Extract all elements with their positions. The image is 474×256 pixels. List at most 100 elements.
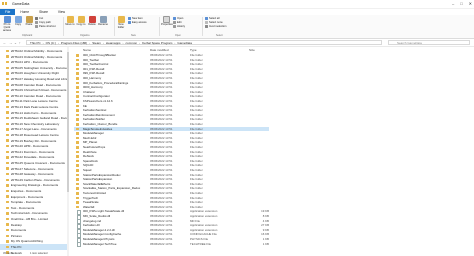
new-item-button[interactable]: New item bbox=[128, 17, 143, 20]
edit-button[interactable]: Edit bbox=[173, 21, 181, 24]
folder-icon bbox=[76, 72, 80, 75]
selection-count: 1 item selected bbox=[30, 251, 48, 255]
folder-icon bbox=[76, 150, 80, 154]
breadcrumb-segment[interactable]: This PC bbox=[30, 41, 41, 45]
folder-icon bbox=[76, 58, 80, 62]
copy-to-button[interactable]: Copy to bbox=[76, 16, 86, 27]
breadcrumb-segment[interactable]: GameData bbox=[177, 41, 192, 45]
open-button[interactable]: Open bbox=[173, 17, 183, 20]
folder-icon bbox=[76, 192, 80, 195]
move-to-button[interactable]: Move to bbox=[65, 16, 75, 27]
folder-icon bbox=[76, 182, 80, 186]
folder-icon bbox=[76, 113, 80, 117]
address-bar-row: ← → ⌄ ↑ This PC › OS (C:) › Program Files … bbox=[0, 39, 474, 47]
pin-quick-access-button[interactable]: Pin to Quick access bbox=[2, 16, 12, 32]
folder-icon bbox=[76, 67, 80, 71]
easy-access-button[interactable]: Easy access bbox=[128, 21, 147, 24]
back-arrow-icon[interactable]: ← bbox=[3, 41, 7, 45]
folder-icon bbox=[76, 187, 80, 190]
new-folder-button[interactable]: New folder bbox=[116, 16, 126, 30]
history-button[interactable]: History bbox=[173, 25, 185, 28]
folder-icon bbox=[76, 100, 80, 103]
properties-icon bbox=[162, 16, 170, 23]
breadcrumb-segment[interactable]: Program Files (x86) bbox=[61, 41, 87, 45]
nav-scrollbar[interactable] bbox=[67, 47, 69, 256]
select-all-icon bbox=[205, 17, 208, 20]
ribbon-divider bbox=[114, 17, 115, 36]
search-input[interactable]: Search GameData bbox=[388, 40, 470, 45]
organize-group: Move to Copy to Delete Rename Organize bbox=[65, 16, 113, 37]
folder-icon bbox=[76, 118, 80, 121]
column-size[interactable]: Size bbox=[249, 48, 255, 52]
pin-icon bbox=[3, 16, 11, 23]
breadcrumb-segment[interactable]: steamapps bbox=[106, 41, 121, 45]
new-item-icon bbox=[128, 17, 131, 20]
delete-button[interactable]: Delete bbox=[87, 16, 97, 27]
address-bar[interactable]: This PC › OS (C:) › Program Files (x86) › S… bbox=[26, 40, 382, 45]
status-bar: 45 items 1 item selected bbox=[0, 251, 474, 256]
quick-access-toolbar[interactable] bbox=[2, 1, 10, 7]
ribbon-divider bbox=[202, 17, 203, 36]
folder-icon bbox=[6, 100, 10, 103]
column-type[interactable]: Type bbox=[190, 48, 197, 52]
window-controls: – □ ✕ bbox=[452, 1, 472, 6]
invert-selection-button[interactable]: Invert selection bbox=[205, 25, 226, 28]
select-none-button[interactable]: Select none bbox=[205, 21, 223, 24]
maximize-icon[interactable]: □ bbox=[460, 1, 462, 6]
folder-icon bbox=[6, 240, 10, 243]
breadcrumb-segment[interactable]: OS (C:) bbox=[46, 41, 56, 45]
cut-button[interactable]: Cut bbox=[35, 17, 43, 20]
chevron-right-icon: › bbox=[57, 41, 59, 45]
breadcrumb-segment[interactable]: Kerbal Space Program bbox=[142, 41, 172, 45]
paste-shortcut-button[interactable]: Paste shortcut bbox=[35, 25, 56, 28]
ribbon-divider bbox=[63, 17, 64, 36]
select-label: Select bbox=[216, 34, 223, 37]
folder-icon bbox=[6, 139, 10, 142]
folder-icon bbox=[76, 90, 80, 94]
column-name[interactable]: Name bbox=[83, 48, 91, 52]
folder-icon bbox=[76, 104, 80, 108]
forward-arrow-icon[interactable]: → bbox=[9, 41, 13, 45]
copy-button[interactable]: Copy bbox=[13, 16, 23, 27]
folder-icon bbox=[76, 205, 80, 209]
recent-locations-icon[interactable]: ⌄ bbox=[14, 41, 17, 45]
up-arrow-icon[interactable]: ↑ bbox=[19, 41, 21, 45]
folder-icon bbox=[76, 127, 80, 131]
folder-icon bbox=[6, 200, 10, 204]
close-icon[interactable]: ✕ bbox=[469, 1, 472, 6]
table-row[interactable]: ModuleManager.TechTree 05/06/2022 13:51 TE… bbox=[74, 241, 269, 248]
edit-icon bbox=[173, 21, 176, 24]
folder-icon bbox=[6, 184, 10, 187]
folder-icon bbox=[76, 95, 80, 98]
open-icon bbox=[173, 17, 176, 20]
cell-name: ModuleManager.TechTree bbox=[83, 241, 117, 246]
column-date[interactable]: Date modified bbox=[150, 48, 169, 52]
select-none-icon bbox=[205, 21, 208, 24]
properties-button[interactable]: Properties bbox=[161, 16, 173, 27]
rename-button[interactable]: Rename bbox=[98, 16, 108, 27]
organize-label: Organize bbox=[80, 34, 90, 37]
folder-icon bbox=[6, 105, 10, 109]
minimize-icon[interactable]: – bbox=[452, 1, 454, 6]
folder-icon bbox=[6, 60, 10, 64]
folder-icon bbox=[76, 164, 80, 167]
scissors-icon bbox=[35, 17, 38, 20]
breadcrumb-segment[interactable]: common bbox=[126, 41, 138, 45]
folder-icon bbox=[6, 228, 10, 232]
copy-path-button[interactable]: Copy path bbox=[35, 21, 51, 24]
folder-icon bbox=[76, 123, 80, 126]
folder-icon bbox=[6, 223, 10, 226]
folder-icon bbox=[76, 63, 80, 66]
scrollbar-thumb[interactable] bbox=[67, 52, 69, 192]
open-group: Properties Open Edit History Open bbox=[161, 16, 201, 37]
breadcrumb-segment[interactable]: Steam bbox=[92, 41, 101, 45]
easy-access-icon bbox=[128, 21, 131, 24]
folder-icon bbox=[76, 169, 80, 172]
folder-icon bbox=[76, 146, 80, 149]
paste-shortcut-icon bbox=[35, 25, 38, 28]
paste-button[interactable]: Paste bbox=[24, 16, 34, 27]
folder-icon bbox=[6, 144, 10, 148]
folder-icon bbox=[76, 77, 80, 80]
invert-selection-icon bbox=[205, 25, 208, 28]
select-all-button[interactable]: Select all bbox=[205, 17, 220, 20]
